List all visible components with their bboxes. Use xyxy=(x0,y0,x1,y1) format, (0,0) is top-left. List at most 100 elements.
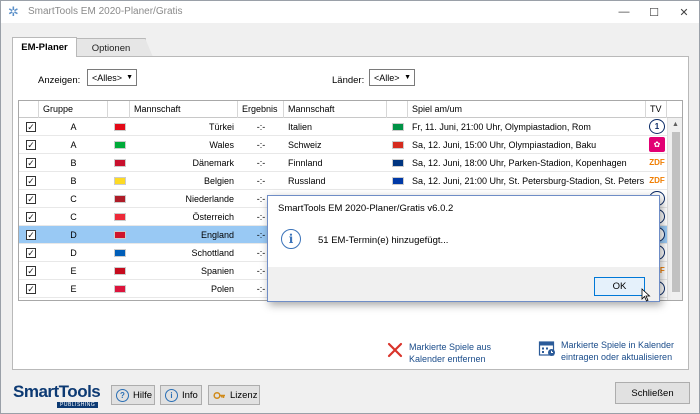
anzeigen-label: Anzeigen: xyxy=(38,75,81,86)
header-mannschaft2[interactable]: Mannschaft xyxy=(284,101,387,118)
anzeigen-select[interactable]: <Alles> ▼ xyxy=(87,69,137,86)
chevron-down-icon: ▼ xyxy=(126,74,133,81)
cell-gruppe: A xyxy=(70,122,77,132)
cell-spiel: Fr, 11. Juni, 21:00 Uhr, Olympiastadion,… xyxy=(412,122,591,132)
team2-flag-icon xyxy=(392,159,404,167)
cell-gruppe: A xyxy=(70,140,77,150)
add-line1: Markierte Spiele in Kalender xyxy=(561,340,675,350)
info-button[interactable]: i Info xyxy=(160,385,202,405)
team1-flag-icon xyxy=(114,159,126,167)
cell-team1: Dänemark xyxy=(192,158,234,168)
mouse-cursor-icon xyxy=(641,288,651,302)
hilfe-button[interactable]: ? Hilfe xyxy=(111,385,155,405)
cell-gruppe: E xyxy=(70,266,77,276)
team1-flag-icon xyxy=(114,123,126,131)
remove-line2: Kalender entfernen xyxy=(409,354,486,364)
dialog-title: SmartTools EM 2020-Planer/Gratis v6.0.2 xyxy=(278,203,454,214)
cell-team2: Finnland xyxy=(288,158,323,168)
cell-team2: Schweiz xyxy=(288,140,322,150)
remove-from-calendar-action[interactable]: Markierte Spiele aus Kalender entfernen xyxy=(386,341,491,365)
row-checkbox[interactable]: ✓ xyxy=(26,176,36,186)
cell-team1: England xyxy=(200,230,234,240)
header-spiel[interactable]: Spiel am/um xyxy=(408,101,646,118)
cell-ergebnis: -:- xyxy=(256,158,266,168)
header-flag2 xyxy=(387,101,408,118)
dialog-message: 51 EM-Termin(e) hinzugefügt... xyxy=(318,235,449,246)
table-row[interactable]: ✓ B Dänemark -:- Finnland Sa, 12. Juni, 18:00… xyxy=(19,154,667,172)
minimize-button[interactable]: — xyxy=(609,1,639,23)
team2-flag-icon xyxy=(392,123,404,131)
row-checkbox[interactable]: ✓ xyxy=(26,284,36,294)
hilfe-label: Hilfe xyxy=(133,389,153,401)
team1-flag-icon xyxy=(114,249,126,257)
add-to-calendar-action[interactable]: Markierte Spiele in Kalender eintragen o… xyxy=(538,339,674,363)
schliessen-button[interactable]: Schließen xyxy=(615,382,690,404)
chevron-down-icon: ▼ xyxy=(404,74,411,81)
tab-em-planer[interactable]: EM-Planer xyxy=(12,37,77,57)
lizenz-button[interactable]: Lizenz xyxy=(208,385,260,405)
cell-team1: Spanien xyxy=(200,266,234,276)
header-gruppe[interactable]: Gruppe xyxy=(39,101,108,118)
team2-flag-icon xyxy=(392,177,404,185)
add-line2: eintragen oder aktualisieren xyxy=(561,352,673,362)
info-icon: i xyxy=(165,388,178,402)
logo-text: SmartTools xyxy=(13,382,101,401)
cell-team1: Österreich xyxy=(192,212,234,222)
row-checkbox[interactable]: ✓ xyxy=(26,158,36,168)
cell-gruppe: D xyxy=(70,230,77,240)
cell-spiel: Sa, 12. Juni, 18:00 Uhr, Parken-Stadion,… xyxy=(412,158,627,168)
cell-team1: Schottland xyxy=(191,248,234,258)
ok-button[interactable]: OK xyxy=(594,277,645,296)
team1-flag-icon xyxy=(114,231,126,239)
lizenz-label: Lizenz xyxy=(230,389,258,401)
table-row[interactable]: ✓ A Wales -:- Schweiz Sa, 12. Juni, 15:00 Uhr… xyxy=(19,136,667,154)
cell-team1: Polen xyxy=(210,284,234,294)
table-row[interactable]: ✓ A Türkei -:- Italien Fr, 11. Juni, 21:00 Uh… xyxy=(19,118,667,136)
row-checkbox[interactable]: ✓ xyxy=(26,212,36,222)
cell-team2: Russland xyxy=(288,176,326,186)
header-check xyxy=(19,101,39,118)
row-checkbox[interactable]: ✓ xyxy=(26,248,36,258)
maximize-button[interactable]: ☐ xyxy=(639,1,669,23)
app-window: ✲ SmartTools EM 2020-Planer/Gratis — ☐ ✕… xyxy=(0,0,700,414)
title-bar: ✲ SmartTools EM 2020-Planer/Gratis — ☐ ✕ xyxy=(1,1,699,23)
info-label: Info xyxy=(182,389,198,401)
cell-team1: Belgien xyxy=(203,176,234,186)
dialog-footer: OK xyxy=(268,267,659,301)
tv-channel-icon: 1 xyxy=(649,119,665,134)
cell-team1: Wales xyxy=(209,140,234,150)
smarttools-logo: SmartTools PUBLISHING xyxy=(11,382,104,410)
cell-gruppe: B xyxy=(70,158,77,168)
scroll-up-icon[interactable]: ▲ xyxy=(672,121,679,128)
vertical-scrollbar[interactable]: ▲ xyxy=(667,118,682,300)
row-checkbox[interactable]: ✓ xyxy=(26,140,36,150)
cell-ergebnis: -:- xyxy=(256,140,266,150)
row-checkbox[interactable]: ✓ xyxy=(26,194,36,204)
laender-value: <Alle> xyxy=(374,72,400,83)
team1-flag-icon xyxy=(114,285,126,293)
table-row[interactable]: ✓ B Belgien -:- Russland Sa, 12. Juni, 21:00 … xyxy=(19,172,667,190)
cell-team2: Italien xyxy=(288,122,313,132)
info-icon: i xyxy=(281,229,301,249)
remove-line1: Markierte Spiele aus xyxy=(409,342,492,352)
row-checkbox[interactable]: ✓ xyxy=(26,122,36,132)
laender-label: Länder: xyxy=(332,75,365,86)
row-checkbox[interactable]: ✓ xyxy=(26,266,36,276)
anzeigen-value: <Alles> xyxy=(92,72,123,83)
cell-ergebnis: -:- xyxy=(256,176,266,186)
close-window-button[interactable]: ✕ xyxy=(669,1,699,23)
tv-channel-icon: ZDF xyxy=(649,155,665,170)
header-mannschaft1[interactable]: Mannschaft xyxy=(130,101,238,118)
row-checkbox[interactable]: ✓ xyxy=(26,230,36,240)
window-title: SmartTools EM 2020-Planer/Gratis xyxy=(28,6,183,17)
tab-optionen[interactable]: Optionen xyxy=(76,38,153,57)
header-tv[interactable]: TV xyxy=(646,101,667,118)
scrollbar-thumb[interactable] xyxy=(672,132,680,292)
team1-flag-icon xyxy=(114,177,126,185)
laender-select[interactable]: <Alle> ▼ xyxy=(369,69,415,86)
header-ergebnis[interactable]: Ergebnis xyxy=(238,101,284,118)
cell-team1: Niederlande xyxy=(185,194,234,204)
help-icon: ? xyxy=(116,388,129,402)
cell-gruppe: B xyxy=(70,176,77,186)
red-x-icon xyxy=(387,342,403,358)
